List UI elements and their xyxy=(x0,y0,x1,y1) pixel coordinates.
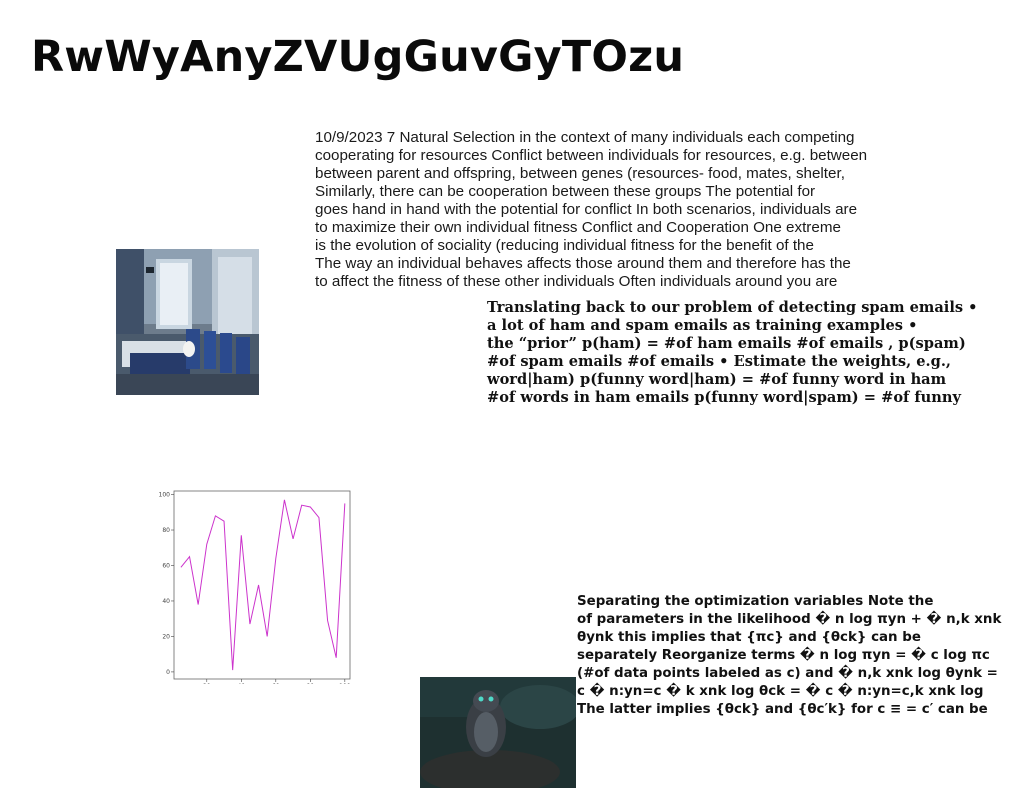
x-tick-label: 60 xyxy=(272,683,280,684)
text-line: to affect the fitness of these other ind… xyxy=(315,273,838,290)
text-line: 10/9/2023 7 Natural Selection in the con… xyxy=(315,129,855,146)
dining-room-photo xyxy=(116,249,259,395)
text-line: goes hand in hand with the potential for… xyxy=(315,201,858,218)
text-line: θynk this implies that {πc} and {θck} ca… xyxy=(577,630,921,645)
text-line: a lot of ham and spam emails as training… xyxy=(487,317,918,334)
text-line: The latter implies {θck} and {θc′k} for … xyxy=(577,702,988,717)
x-tick-label: 100 xyxy=(339,683,351,684)
text-line: Similarly, there can be cooperation betw… xyxy=(315,183,816,200)
text-line: separately Reorganize terms � n log πyn … xyxy=(577,648,990,663)
x-tick-label: 20 xyxy=(203,683,211,684)
y-tick-label: 20 xyxy=(162,633,170,640)
plot-frame xyxy=(173,490,351,680)
y-tick-label: 80 xyxy=(162,527,170,534)
x-tick-label: 80 xyxy=(306,683,314,684)
text-line: the “prior” p(ham) = #of ham emails #of … xyxy=(487,335,966,352)
y-tick-label: 100 xyxy=(159,492,171,499)
y-tick-label: 60 xyxy=(162,562,170,569)
text-line: cooperating for resources Conflict betwe… xyxy=(315,147,868,164)
text-block-optimization: Separating the optimization variables No… xyxy=(577,593,1024,719)
text-line: Translating back to our problem of detec… xyxy=(487,299,978,316)
text-line: (#of data points labeled as c) and � n,k… xyxy=(577,666,998,681)
line-chart: 20 40 60 80 100 0 20 40 60 80 100 xyxy=(159,490,351,684)
text-line: is the evolution of sociality (reducing … xyxy=(315,237,814,254)
text-line: The way an individual behaves affects th… xyxy=(315,255,851,272)
page-title: RwWyAnyZVUgGuvGyTOzu xyxy=(31,32,685,82)
text-line: of parameters in the likelihood � n log … xyxy=(577,612,1002,627)
text-line: #of spam emails #of emails • Estimate th… xyxy=(487,353,951,370)
text-line: between parent and offspring, between ge… xyxy=(315,165,845,182)
text-line: c � n:yn=c � k xnk log θck = � c � n:yn=… xyxy=(577,684,984,699)
y-tick-label: 40 xyxy=(162,598,170,605)
y-tick-label: 0 xyxy=(166,669,170,676)
text-line: to maximize their own individual fitness… xyxy=(315,219,841,236)
text-line: Separating the optimization variables No… xyxy=(577,594,934,609)
text-block-spam-detection: Translating back to our problem of detec… xyxy=(487,299,1023,407)
text-block-natural-selection: 10/9/2023 7 Natural Selection in the con… xyxy=(315,129,915,291)
text-line: word|ham) p(funny word|ham) = #of funny … xyxy=(487,371,947,388)
x-tick-label: 40 xyxy=(237,683,245,684)
owl-on-rock-photo xyxy=(420,677,576,788)
series-line xyxy=(180,499,346,671)
text-line: #of words in ham emails p(funny word|spa… xyxy=(487,389,961,406)
